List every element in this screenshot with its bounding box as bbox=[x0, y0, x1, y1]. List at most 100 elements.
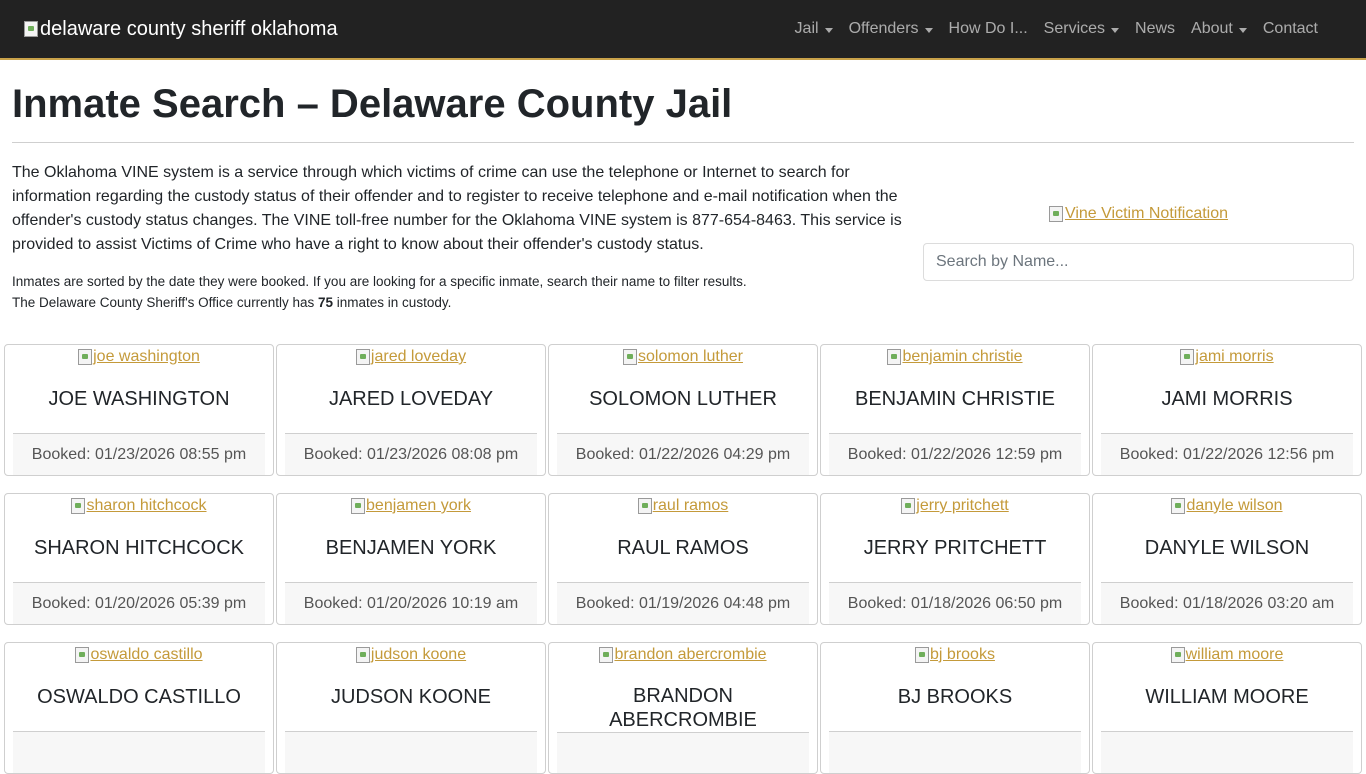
inmate-photo-link[interactable]: bj brooks bbox=[915, 646, 995, 664]
inmate-name[interactable]: SOLOMON LUTHER bbox=[549, 375, 817, 433]
nav-jail[interactable]: Jail bbox=[787, 12, 841, 46]
broken-image-icon bbox=[1048, 206, 1063, 222]
inmate-name[interactable]: JUDSON KOONE bbox=[277, 673, 545, 731]
inmate-card[interactable]: sharon hitchcock SHARON HITCHCOCK Booked: … bbox=[4, 493, 274, 625]
inmate-card[interactable]: benjamin christie BENJAMIN CHRISTIE Booked… bbox=[820, 344, 1090, 476]
inmate-photo-wrapper: william moore bbox=[1093, 643, 1361, 673]
inmate-count: 75 bbox=[317, 295, 334, 310]
inmate-photo-alt: bj brooks bbox=[930, 646, 995, 663]
nav-offenders[interactable]: Offenders bbox=[841, 12, 941, 46]
inmate-card[interactable]: oswaldo castillo OSWALDO CASTILLO bbox=[4, 642, 274, 774]
inmate-name[interactable]: BENJAMIN CHRISTIE bbox=[821, 375, 1089, 433]
broken-image-icon bbox=[71, 498, 86, 514]
booked-date: Booked: 01/23/2026 08:08 pm bbox=[285, 433, 537, 475]
inmate-count-line: The Delaware County Sheriff's Office cur… bbox=[12, 292, 912, 313]
inmate-photo-link[interactable]: joe washington bbox=[78, 348, 200, 366]
inmate-photo-wrapper: benjamin christie bbox=[821, 345, 1089, 375]
nav-news[interactable]: News bbox=[1127, 12, 1183, 46]
nav-offenders-label: Offenders bbox=[848, 20, 919, 37]
inmate-photo-wrapper: brandon abercrombie bbox=[549, 643, 817, 672]
inmate-photo-link[interactable]: oswaldo castillo bbox=[75, 646, 203, 664]
inmate-photo-alt: joe washington bbox=[93, 348, 200, 365]
inmate-photo-wrapper: oswaldo castillo bbox=[5, 643, 273, 673]
vine-link-text: Vine Victim Notification bbox=[1064, 205, 1229, 222]
broken-image-icon bbox=[78, 349, 93, 365]
inmate-photo-alt: jerry pritchett bbox=[916, 497, 1009, 514]
broken-image-icon bbox=[355, 349, 370, 365]
inmate-photo-link[interactable]: sharon hitchcock bbox=[71, 497, 207, 515]
inmate-name[interactable]: SHARON HITCHCOCK bbox=[5, 524, 273, 582]
booked-date bbox=[285, 731, 537, 773]
inmate-name[interactable]: JAMI MORRIS bbox=[1093, 375, 1361, 433]
nav-about[interactable]: About bbox=[1183, 12, 1255, 46]
inmate-photo-alt: jami morris bbox=[1195, 348, 1274, 365]
inmate-photo-wrapper: sharon hitchcock bbox=[5, 494, 273, 524]
brand-alt-text: delaware county sheriff oklahoma bbox=[40, 17, 338, 40]
inmate-card[interactable]: joe washington JOE WASHINGTON Booked: 01/2… bbox=[4, 344, 274, 476]
nav-how-do-i-label: How Do I... bbox=[948, 20, 1028, 37]
inmate-name[interactable]: BRANDON ABERCROMBIE bbox=[549, 672, 817, 732]
inmate-photo-link[interactable]: solomon luther bbox=[623, 348, 743, 366]
inmate-name[interactable]: WILLIAM MOORE bbox=[1093, 673, 1361, 731]
booked-date: Booked: 01/19/2026 04:48 pm bbox=[557, 582, 809, 624]
inmate-photo-link[interactable]: brandon abercrombie bbox=[599, 646, 767, 664]
inmate-photo-link[interactable]: jerry pritchett bbox=[901, 497, 1009, 515]
caret-down-icon bbox=[1238, 27, 1247, 33]
broken-image-icon bbox=[599, 647, 614, 663]
nav-services-label: Services bbox=[1043, 20, 1106, 37]
inmate-name[interactable]: BENJAMEN YORK bbox=[277, 524, 545, 582]
nav-services[interactable]: Services bbox=[1036, 12, 1127, 46]
booked-date bbox=[1101, 731, 1353, 773]
inmate-name[interactable]: OSWALDO CASTILLO bbox=[5, 673, 273, 731]
inmate-info: Inmates are sorted by the date they were… bbox=[12, 271, 912, 313]
inmate-card[interactable]: william moore WILLIAM MOORE bbox=[1092, 642, 1362, 774]
brand-logo-link[interactable]: delaware county sheriff oklahoma bbox=[24, 18, 338, 41]
inmate-card[interactable]: solomon luther SOLOMON LUTHER Booked: 01/2… bbox=[548, 344, 818, 476]
inmate-photo-alt: jared loveday bbox=[370, 348, 467, 365]
vine-description: The Oklahoma VINE system is a service th… bbox=[12, 164, 902, 253]
booked-date: Booked: 01/22/2026 04:29 pm bbox=[557, 433, 809, 475]
broken-image-icon bbox=[637, 498, 652, 514]
inmate-photo-alt: danyle wilson bbox=[1186, 497, 1283, 514]
inmate-photo-link[interactable]: william moore bbox=[1170, 646, 1283, 664]
search-by-name-input[interactable] bbox=[923, 243, 1354, 281]
caret-down-icon bbox=[1111, 27, 1120, 33]
inmate-photo-link[interactable]: judson koone bbox=[355, 646, 467, 664]
inmate-card[interactable]: benjamen york BENJAMEN YORK Booked: 01/20/… bbox=[276, 493, 546, 625]
inmate-card[interactable]: judson koone JUDSON KOONE bbox=[276, 642, 546, 774]
inmate-card[interactable]: jami morris JAMI MORRIS Booked: 01/22/2026… bbox=[1092, 344, 1362, 476]
inmate-name[interactable]: JARED LOVEDAY bbox=[277, 375, 545, 433]
inmate-photo-link[interactable]: jared loveday bbox=[355, 348, 467, 366]
inmate-photo-alt: oswaldo castillo bbox=[90, 646, 203, 663]
inmate-card[interactable]: brandon abercrombie BRANDON ABERCROMBIE bbox=[548, 642, 818, 774]
inmate-card[interactable]: jared loveday JARED LOVEDAY Booked: 01/23/… bbox=[276, 344, 546, 476]
nav-contact[interactable]: Contact bbox=[1255, 12, 1326, 46]
inmate-card[interactable]: jerry pritchett JERRY PRITCHETT Booked: 01… bbox=[820, 493, 1090, 625]
broken-image-icon bbox=[915, 647, 930, 663]
vine-notification-link[interactable]: Vine Victim Notification bbox=[1048, 205, 1229, 223]
inmate-name[interactable]: RAUL RAMOS bbox=[549, 524, 817, 582]
inmate-photo-link[interactable]: benjamin christie bbox=[887, 348, 1023, 366]
inmate-name[interactable]: JERRY PRITCHETT bbox=[821, 524, 1089, 582]
booked-date: Booked: 01/18/2026 06:50 pm bbox=[829, 582, 1081, 624]
inmate-photo-alt: judson koone bbox=[370, 646, 467, 663]
inmate-photo-wrapper: jerry pritchett bbox=[821, 494, 1089, 524]
inmate-card[interactable]: bj brooks BJ BROOKS bbox=[820, 642, 1090, 774]
inmate-photo-wrapper: jared loveday bbox=[277, 345, 545, 375]
inmate-photo-link[interactable]: jami morris bbox=[1180, 348, 1274, 366]
inmate-photo-link[interactable]: raul ramos bbox=[637, 497, 728, 515]
inmate-photo-link[interactable]: benjamen york bbox=[351, 497, 471, 515]
inmate-card[interactable]: raul ramos RAUL RAMOS Booked: 01/19/2026 0… bbox=[548, 493, 818, 625]
inmate-photo-wrapper: raul ramos bbox=[549, 494, 817, 524]
booked-date: Booked: 01/22/2026 12:56 pm bbox=[1101, 433, 1353, 475]
broken-image-icon bbox=[351, 498, 366, 514]
inmate-photo-link[interactable]: danyle wilson bbox=[1171, 497, 1283, 515]
nav-how-do-i[interactable]: How Do I... bbox=[941, 12, 1036, 46]
inmate-photo-wrapper: bj brooks bbox=[821, 643, 1089, 673]
inmate-name[interactable]: DANYLE WILSON bbox=[1093, 524, 1361, 582]
inmate-card[interactable]: danyle wilson DANYLE WILSON Booked: 01/18/… bbox=[1092, 493, 1362, 625]
inmate-name[interactable]: BJ BROOKS bbox=[821, 673, 1089, 731]
inmate-name[interactable]: JOE WASHINGTON bbox=[5, 375, 273, 433]
nav-jail-label: Jail bbox=[794, 20, 819, 37]
booked-date bbox=[557, 732, 809, 773]
